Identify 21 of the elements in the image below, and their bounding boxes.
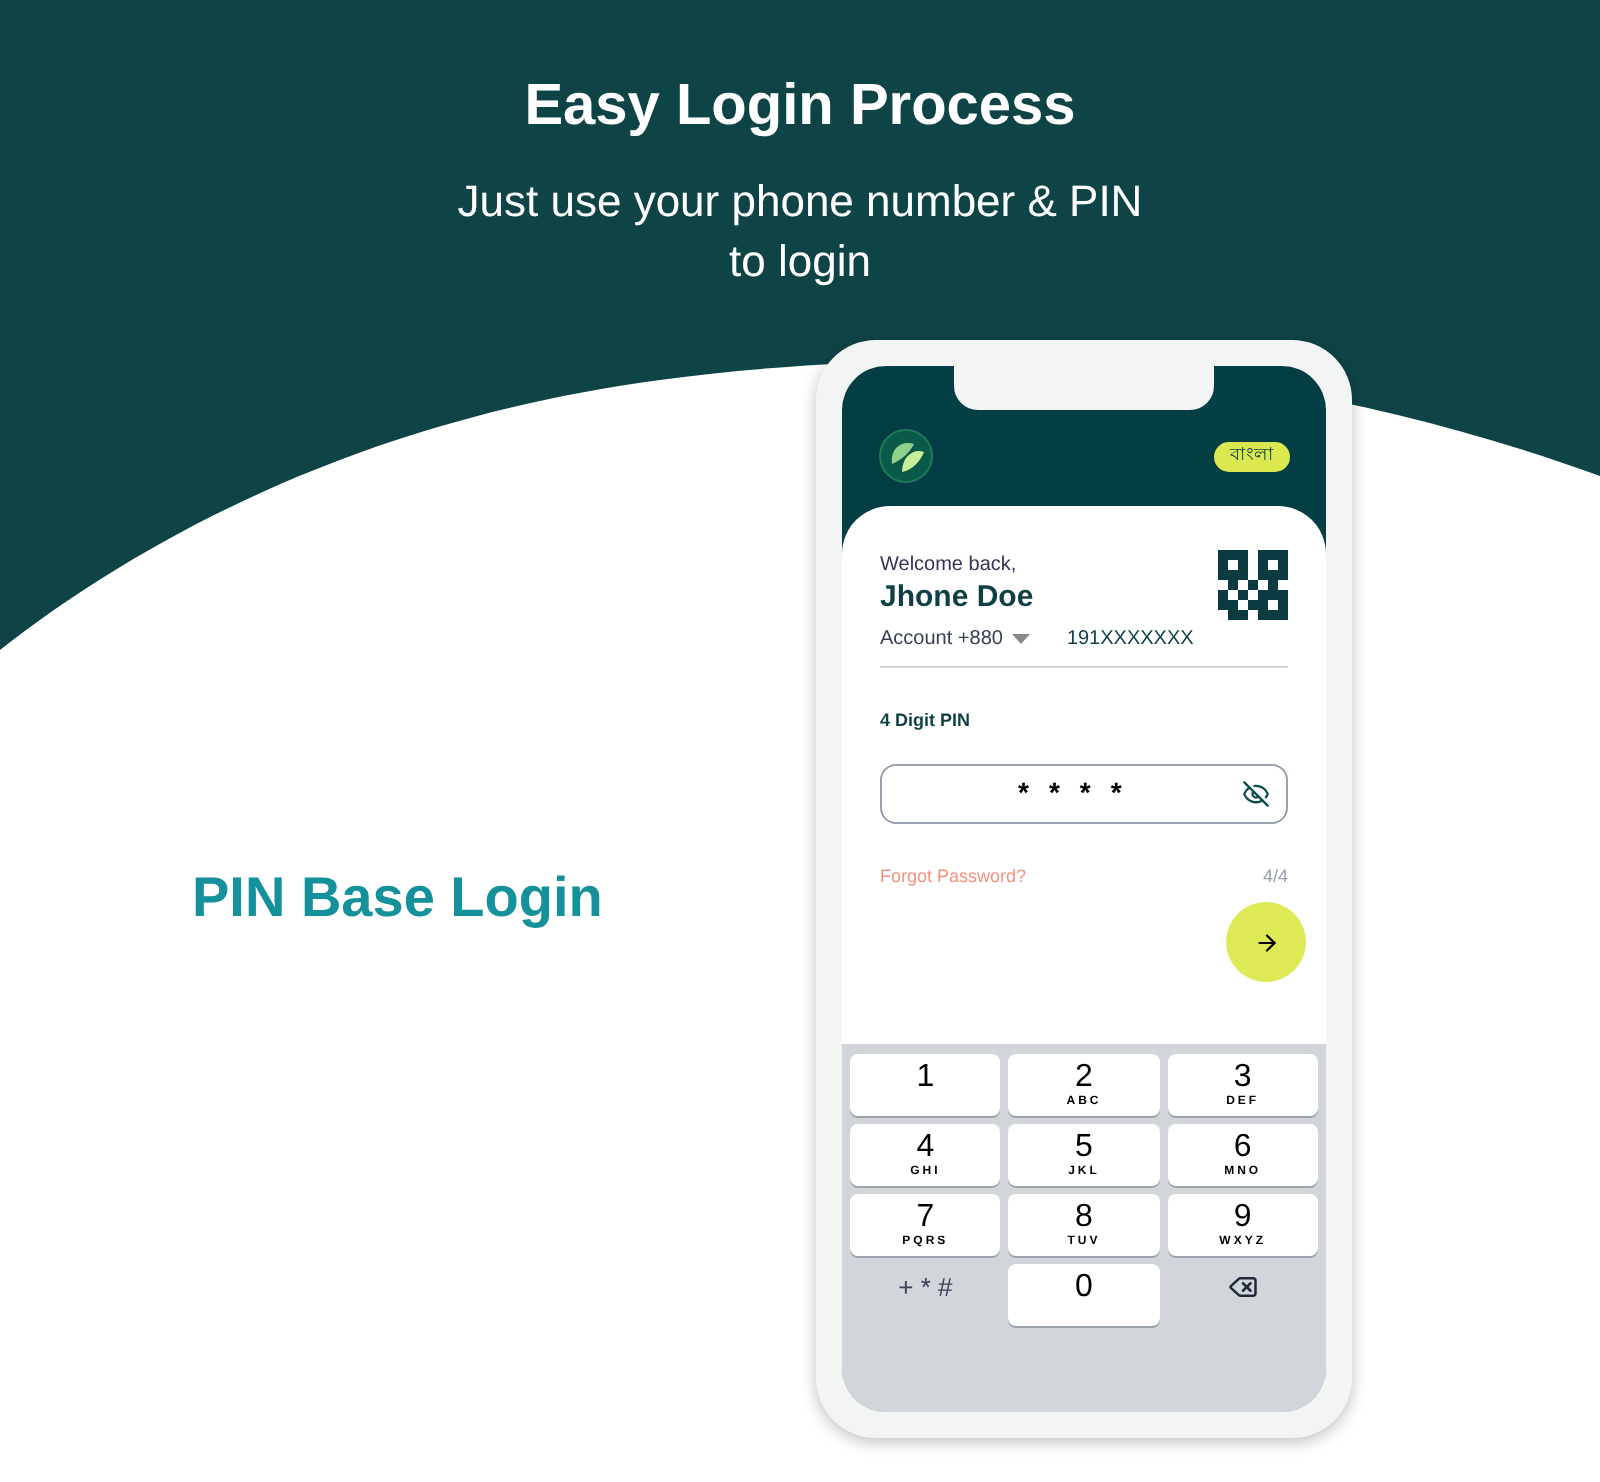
backspace-icon[interactable] (1227, 1272, 1258, 1302)
subtitle-line: to login (729, 234, 871, 290)
keypad-key[interactable]: 0 (1008, 1264, 1160, 1326)
subtitle-line: Just use your phone number & PIN (457, 174, 1143, 230)
country-code-dropdown[interactable]: Account +880 (880, 624, 1031, 654)
qr-code-icon[interactable] (1218, 550, 1288, 620)
symbols-key[interactable]: + * # (898, 1271, 953, 1303)
eye-off-icon[interactable] (1242, 779, 1270, 807)
phone-number: 191XXXXXXX (1066, 626, 1194, 654)
pin-label: 4 Digit PIN (880, 708, 973, 734)
keypad-key[interactable]: 1 (850, 1054, 1001, 1116)
leaf-logo-icon (878, 428, 934, 484)
pin-counter: 4/4 (1262, 863, 1288, 889)
arrow-right-icon (1253, 929, 1279, 955)
feature-label: PIN Base Login (192, 864, 605, 932)
pin-field[interactable]: **** (880, 763, 1288, 823)
user-name: Jhone Doe (880, 580, 1034, 616)
language-button[interactable]: বাংলা (1214, 441, 1290, 471)
headline: Easy Login Process (524, 72, 1076, 140)
caret-icon (1012, 634, 1031, 644)
greeting-text: Welcome back, (880, 552, 1019, 580)
